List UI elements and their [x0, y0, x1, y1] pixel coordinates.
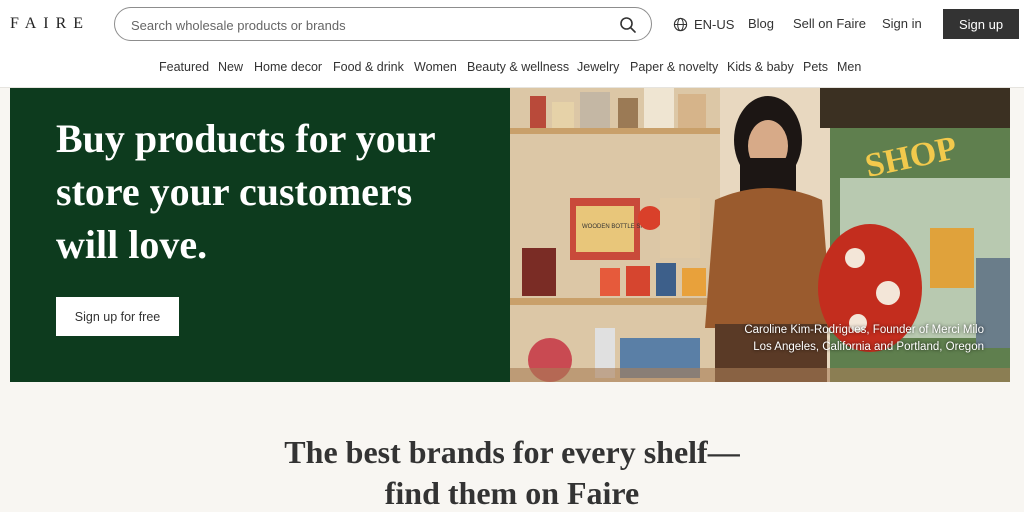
hero-title-line: store your customers	[56, 169, 413, 214]
category-jewelry[interactable]: Jewelry	[577, 60, 619, 74]
category-new[interactable]: New	[218, 60, 243, 74]
photo-caption-name: Caroline Kim-Rodrigues, Founder of Merci…	[744, 324, 984, 336]
category-men[interactable]: Men	[837, 60, 861, 74]
hero-title-line: will love.	[56, 222, 208, 267]
faire-logo[interactable]: FAIRE	[10, 15, 90, 33]
section-title-line: find them on Faire	[384, 475, 640, 511]
category-food-drink[interactable]: Food & drink	[333, 60, 404, 74]
category-nav: Featured New Home decor Food & drink Wom…	[0, 60, 1024, 78]
photo-caption-location: Los Angeles, California and Portland, Or…	[753, 341, 984, 353]
hero-title-line: Buy products for your	[56, 116, 436, 161]
sign-in-link[interactable]: Sign in	[882, 16, 922, 31]
search-input[interactable]	[131, 15, 591, 35]
top-header: FAIRE EN-US Blog Sell on Faire Sign in S…	[0, 0, 1024, 88]
globe-icon	[673, 17, 688, 31]
hero-panel: Buy products for your store your custome…	[10, 88, 510, 382]
sign-up-button[interactable]: Sign up	[943, 9, 1019, 39]
box-label: WOODEN BOTTLE SHIP	[582, 224, 650, 230]
blog-link[interactable]: Blog	[748, 16, 774, 31]
category-home-decor[interactable]: Home decor	[254, 60, 322, 74]
search-bar[interactable]	[114, 7, 652, 41]
category-women[interactable]: Women	[414, 60, 457, 74]
category-kids-baby[interactable]: Kids & baby	[727, 60, 794, 74]
category-beauty-wellness[interactable]: Beauty & wellness	[467, 60, 569, 74]
hero-title: Buy products for your store your custome…	[56, 112, 496, 271]
category-featured[interactable]: Featured	[159, 60, 209, 74]
category-pets[interactable]: Pets	[803, 60, 828, 74]
sell-on-faire-link[interactable]: Sell on Faire	[793, 16, 866, 31]
shop-interior-illustration: SHOP WOODEN BOTTLE SHIP	[510, 88, 1010, 382]
language-label: EN-US	[694, 16, 735, 32]
category-paper-novelty[interactable]: Paper & novelty	[630, 60, 718, 74]
section-title: The best brands for every shelf— find th…	[0, 432, 1024, 512]
sign-up-free-button[interactable]: Sign up for free	[56, 297, 179, 336]
hero-photo: SHOP WOODEN BOTTLE SHIP Caroline Kim-Rod…	[510, 88, 1010, 382]
search-icon[interactable]	[619, 16, 637, 34]
section-title-line: The best brands for every shelf—	[284, 434, 740, 470]
language-selector[interactable]: EN-US	[673, 15, 734, 33]
